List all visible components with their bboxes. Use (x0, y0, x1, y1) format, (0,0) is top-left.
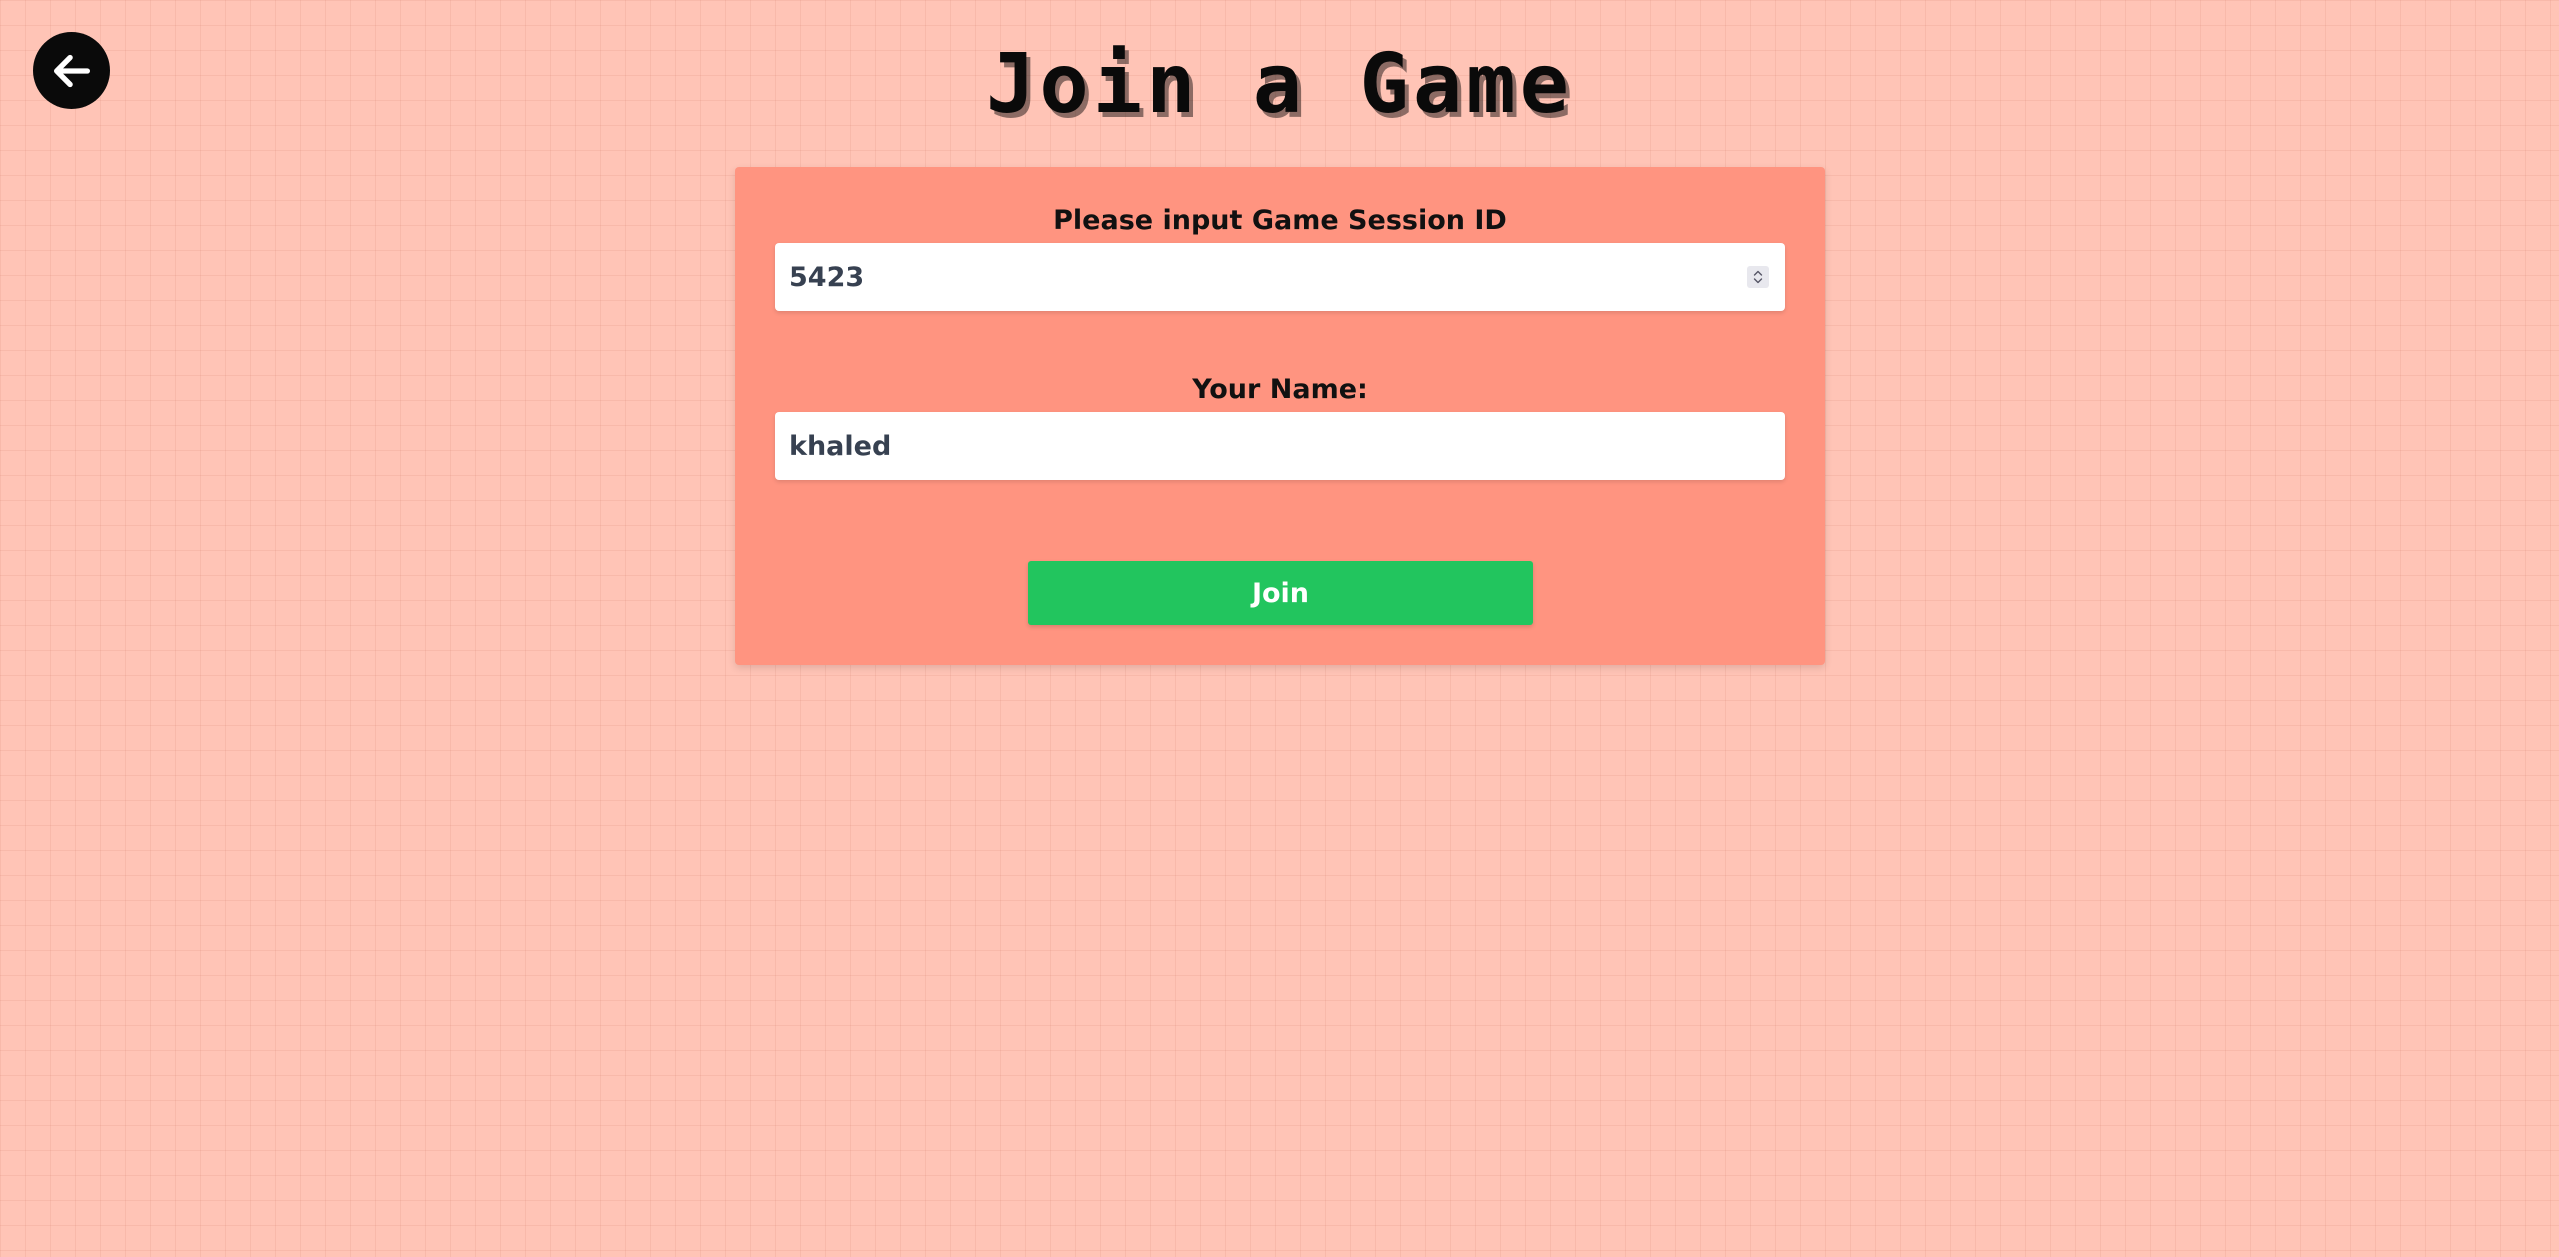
stepper-arrows-icon (1751, 268, 1765, 286)
your-name-input[interactable] (775, 412, 1785, 480)
session-id-input[interactable] (775, 243, 1785, 311)
session-id-label: Please input Game Session ID (1053, 205, 1507, 236)
join-game-form: Please input Game Session ID Your Name: … (735, 167, 1825, 665)
join-button[interactable]: Join (1028, 561, 1533, 625)
your-name-label: Your Name: (1192, 374, 1368, 405)
session-id-stepper[interactable] (1747, 266, 1769, 288)
page-title: Join a Game (985, 37, 1574, 132)
